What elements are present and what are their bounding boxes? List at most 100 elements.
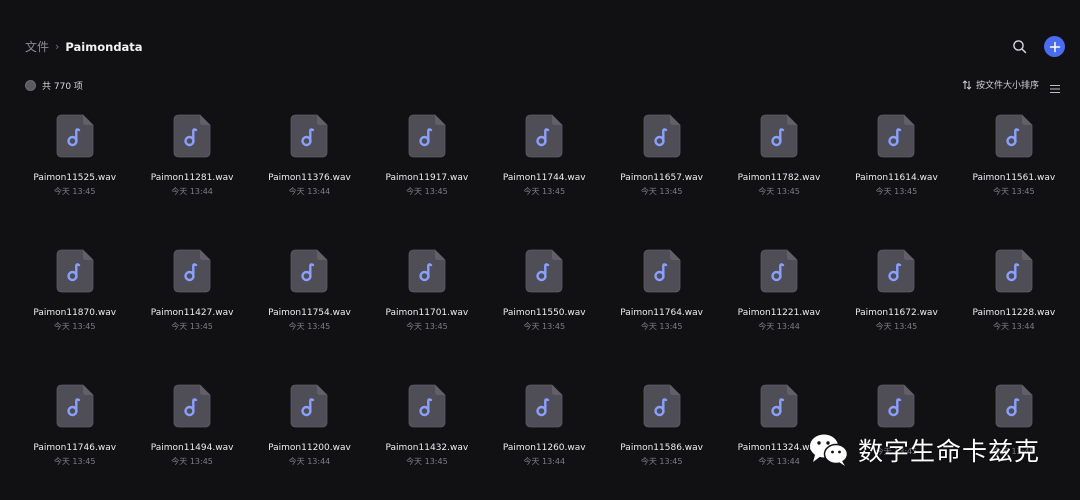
select-all-toggle[interactable]: 共 770 项 <box>25 79 83 92</box>
file-browser: 文件 › Paimondata 共 770 项 按文件大小排序 Paimon11… <box>0 0 1080 500</box>
audio-file-icon <box>173 114 211 158</box>
file-item[interactable]: Paimon11200.wav 今天 13:44 <box>251 374 368 500</box>
file-modified-time: 今天 13:44 <box>523 457 566 466</box>
file-name: Paimon11228.wav <box>972 308 1056 318</box>
menu-icon <box>1050 85 1060 93</box>
watermark-text: 数字生命卡兹克 <box>858 437 1041 466</box>
file-modified-time: 今天 13:45 <box>875 322 918 331</box>
file-item[interactable]: Paimon11701.wav 今天 13:45 <box>368 239 485 374</box>
file-item[interactable]: Paimon11427.wav 今天 13:45 <box>133 239 250 374</box>
audio-file-icon <box>56 114 94 158</box>
file-item[interactable]: Paimon11561.wav 今天 13:45 <box>955 104 1072 239</box>
file-modified-time: 今天 13:45 <box>875 187 918 196</box>
file-item[interactable]: Paimon11782.wav 今天 13:45 <box>720 104 837 239</box>
file-item[interactable]: Paimon11870.wav 今天 13:45 <box>16 239 133 374</box>
file-item[interactable]: Paimon11657.wav 今天 13:45 <box>603 104 720 239</box>
audio-file-icon <box>760 249 798 293</box>
file-name: Paimon11586.wav <box>620 443 703 453</box>
file-item[interactable]: Paimon11432.wav 今天 13:45 <box>368 374 485 500</box>
watermark: 数字生命卡兹克 <box>808 432 1040 468</box>
audio-file-icon <box>56 249 94 293</box>
audio-file-icon <box>408 384 446 428</box>
file-item[interactable]: Paimon11221.wav 今天 13:44 <box>720 239 837 374</box>
audio-file-icon <box>877 384 915 428</box>
file-modified-time: 今天 13:45 <box>640 322 683 331</box>
file-modified-time: 今天 13:45 <box>53 457 96 466</box>
item-count: 共 770 项 <box>42 82 83 92</box>
file-item[interactable]: Paimon11672.wav 今天 13:45 <box>838 239 955 374</box>
file-name: Paimon11221.wav <box>737 308 821 318</box>
sort-icon <box>962 79 972 90</box>
audio-file-icon <box>995 114 1033 158</box>
breadcrumb: 文件 › Paimondata <box>25 38 143 55</box>
file-modified-time: 今天 13:44 <box>758 322 800 331</box>
file-modified-time: 今天 13:45 <box>523 187 566 196</box>
plus-icon <box>1049 41 1060 52</box>
file-modified-time: 今天 13:45 <box>53 322 96 331</box>
file-name: Paimon11782.wav <box>737 173 821 183</box>
file-modified-time: 今天 13:45 <box>53 187 96 196</box>
audio-file-icon <box>995 384 1033 428</box>
audio-file-icon <box>290 114 328 158</box>
breadcrumb-root[interactable]: 文件 <box>25 38 49 55</box>
file-modified-time: 今天 13:45 <box>406 457 448 466</box>
file-name: Paimon11746.wav <box>33 443 117 453</box>
search-button[interactable] <box>1010 37 1030 57</box>
add-button[interactable] <box>1044 36 1065 57</box>
audio-file-icon <box>408 114 446 158</box>
file-modified-time: 今天 13:45 <box>171 322 213 331</box>
audio-file-icon <box>408 249 446 293</box>
file-item[interactable]: Paimon11744.wav 今天 13:45 <box>486 104 603 239</box>
audio-file-icon <box>760 114 798 158</box>
file-item[interactable]: Paimon11494.wav 今天 13:45 <box>133 374 250 500</box>
audio-file-icon <box>760 384 798 428</box>
audio-file-icon <box>877 249 915 293</box>
audio-file-icon <box>525 384 563 428</box>
file-modified-time: 今天 13:44 <box>288 187 331 196</box>
file-item[interactable]: Paimon11746.wav 今天 13:45 <box>16 374 133 500</box>
file-item[interactable]: Paimon11281.wav 今天 13:44 <box>133 104 250 239</box>
file-item[interactable]: Paimon11260.wav 今天 13:44 <box>486 374 603 500</box>
file-name: Paimon11376.wav <box>268 173 351 183</box>
breadcrumb-current: Paimondata <box>65 39 143 54</box>
file-modified-time: 今天 13:45 <box>523 322 566 331</box>
select-all-circle[interactable] <box>25 80 36 91</box>
file-modified-time: 今天 13:45 <box>993 187 1035 196</box>
file-item[interactable]: Paimon11550.wav 今天 13:45 <box>486 239 603 374</box>
file-name: Paimon11281.wav <box>150 173 234 183</box>
file-name: Paimon11260.wav <box>502 443 586 453</box>
file-item[interactable]: Paimon11917.wav 今天 13:45 <box>368 104 485 239</box>
file-item[interactable]: Paimon11228.wav 今天 13:44 <box>955 239 1072 374</box>
file-row: Paimon11870.wav 今天 13:45 Paimon11427.wav 今天… <box>16 239 1074 374</box>
file-name: Paimon11427.wav <box>150 308 234 318</box>
file-modified-time: 今天 13:45 <box>758 187 800 196</box>
file-item[interactable]: Paimon11614.wav 今天 13:45 <box>838 104 955 239</box>
file-modified-time: 今天 13:45 <box>640 457 683 466</box>
file-name: Paimon11672.wav <box>855 308 938 318</box>
audio-file-icon <box>173 249 211 293</box>
file-name: Paimon11701.wav <box>385 308 469 318</box>
file-modified-time: 今天 13:45 <box>171 457 213 466</box>
file-modified-time: 今天 13:44 <box>758 457 800 466</box>
file-item[interactable]: Paimon11525.wav 今天 13:45 <box>16 104 133 239</box>
file-name: Paimon11614.wav <box>855 173 938 183</box>
audio-file-icon <box>290 384 328 428</box>
audio-file-icon <box>56 384 94 428</box>
sort-button[interactable]: 按文件大小排序 <box>962 78 1039 91</box>
file-row: Paimon11525.wav 今天 13:45 Paimon11281.wav 今天… <box>16 104 1074 239</box>
file-modified-time: 今天 13:44 <box>171 187 213 196</box>
header: 文件 › Paimondata 共 770 项 按文件大小排序 <box>0 0 1080 93</box>
file-item[interactable]: Paimon11754.wav 今天 13:45 <box>251 239 368 374</box>
file-name: Paimon11494.wav <box>150 443 234 453</box>
file-item[interactable]: Paimon11586.wav 今天 13:45 <box>603 374 720 500</box>
file-modified-time: 今天 13:45 <box>406 322 448 331</box>
file-name: Paimon11657.wav <box>620 173 703 183</box>
audio-file-icon <box>643 114 681 158</box>
file-item[interactable]: Paimon11764.wav 今天 13:45 <box>603 239 720 374</box>
search-icon <box>1013 40 1027 54</box>
audio-file-icon <box>643 384 681 428</box>
audio-file-icon <box>525 114 563 158</box>
view-menu-button[interactable] <box>1049 79 1061 93</box>
sort-label: 按文件大小排序 <box>976 81 1040 91</box>
file-item[interactable]: Paimon11376.wav 今天 13:44 <box>251 104 368 239</box>
